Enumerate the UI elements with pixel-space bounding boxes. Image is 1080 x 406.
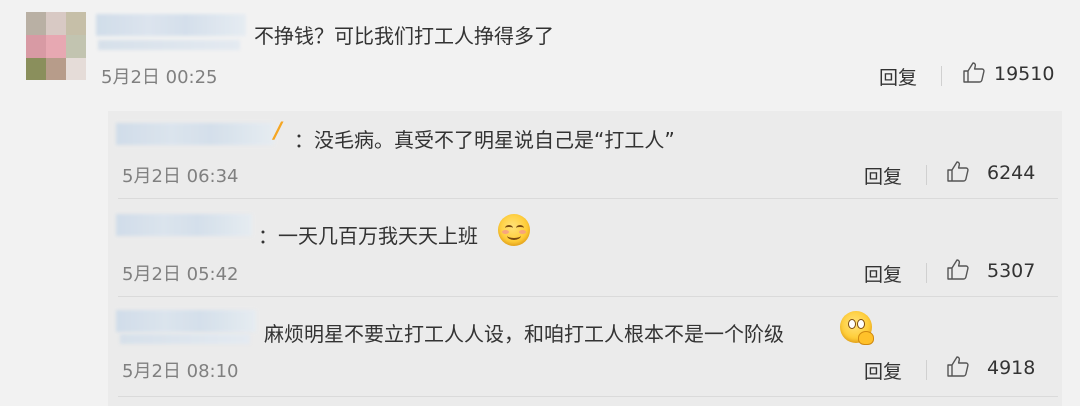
- like-button[interactable]: [946, 355, 970, 379]
- divider: [926, 165, 927, 185]
- reply-divider: [118, 296, 1058, 297]
- reply-date: 5月2日 06:34: [122, 166, 239, 187]
- reply-button[interactable]: 回复: [879, 63, 917, 90]
- thinking-emoji-icon: [840, 311, 874, 345]
- like-count: 6244: [987, 162, 1036, 184]
- like-button[interactable]: [962, 61, 986, 85]
- divider: [926, 263, 927, 283]
- reply-text: 麻烦明星不要立打工人人设，和咱打工人根本不是一个阶级: [264, 322, 784, 346]
- reply-button[interactable]: 回复: [864, 162, 902, 189]
- thumbs-up-icon: [962, 61, 986, 85]
- divider: [941, 66, 942, 86]
- avatar[interactable]: [26, 12, 86, 80]
- reply-text: ：一天几百万我天天上班: [258, 224, 478, 248]
- like-count: 4918: [987, 357, 1036, 379]
- thumbs-up-icon: [946, 258, 970, 282]
- reply-divider: [118, 396, 1058, 397]
- reply-username-blurred[interactable]: [116, 214, 252, 236]
- comment-text: 不挣钱？可比我们打工人挣得多了: [254, 24, 554, 48]
- like-count: 19510: [994, 63, 1055, 85]
- reply-date: 5月2日 08:10: [122, 361, 239, 382]
- reply-button[interactable]: 回复: [864, 357, 902, 384]
- reply-button[interactable]: 回复: [864, 260, 902, 287]
- divider: [926, 360, 927, 380]
- comment-date: 5月2日 00:25: [101, 67, 218, 88]
- thumbs-up-icon: [946, 160, 970, 184]
- reply-username-blurred[interactable]: [116, 123, 274, 145]
- verified-v-icon: /: [274, 119, 283, 144]
- username-blurred-line: [98, 40, 240, 50]
- like-button[interactable]: [946, 160, 970, 184]
- reply-divider: [118, 198, 1058, 199]
- reply-text: ：没毛病。真受不了明星说自己是“打工人”: [294, 128, 675, 152]
- username-blurred[interactable]: [96, 14, 246, 36]
- replies-panel: [108, 111, 1062, 406]
- smile-emoji-icon: [498, 214, 530, 246]
- reply-username-blurred-line: [120, 334, 250, 344]
- like-button[interactable]: [946, 258, 970, 282]
- thumbs-up-icon: [946, 355, 970, 379]
- reply-username-blurred[interactable]: [116, 310, 256, 332]
- reply-date: 5月2日 05:42: [122, 264, 239, 285]
- like-count: 5307: [987, 260, 1036, 282]
